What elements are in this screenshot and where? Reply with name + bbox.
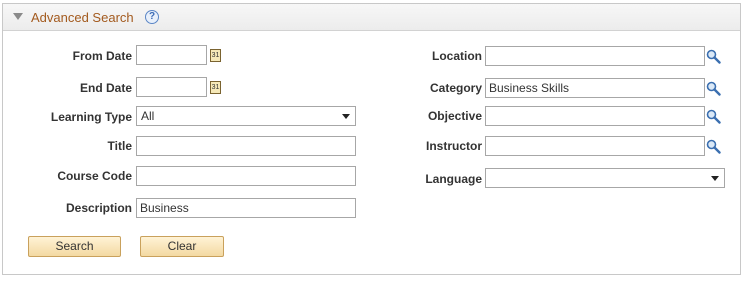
panel-title[interactable]: Advanced Search xyxy=(31,10,134,25)
category-lookup-icon[interactable] xyxy=(706,81,721,96)
learning-type-select[interactable]: All xyxy=(136,106,356,126)
instructor-input[interactable] xyxy=(485,136,705,156)
help-icon[interactable]: ? xyxy=(145,10,159,24)
learning-type-label: Learning Type xyxy=(50,110,132,124)
course-code-label: Course Code xyxy=(57,169,132,183)
language-label: Language xyxy=(425,172,482,186)
location-input[interactable] xyxy=(485,46,705,66)
location-lookup-icon[interactable] xyxy=(706,49,721,64)
search-button[interactable]: Search xyxy=(28,236,121,257)
course-code-input[interactable] xyxy=(136,166,356,186)
instructor-lookup-icon[interactable] xyxy=(706,139,721,154)
end-date-input[interactable] xyxy=(136,77,207,97)
description-input[interactable]: Business xyxy=(136,198,356,218)
objective-input[interactable] xyxy=(485,106,705,126)
title-input[interactable] xyxy=(136,136,356,156)
location-label: Location xyxy=(432,49,482,63)
from-date-calendar-icon[interactable]: 31 xyxy=(210,49,221,62)
learning-type-value: All xyxy=(141,109,155,123)
dropdown-arrow-icon xyxy=(711,176,719,181)
collapse-triangle-icon[interactable] xyxy=(13,13,23,20)
end-date-label: End Date xyxy=(79,81,132,95)
description-label: Description xyxy=(65,201,132,215)
title-label: Title xyxy=(107,139,132,153)
end-date-calendar-icon[interactable]: 31 xyxy=(210,81,221,94)
category-input[interactable]: Business Skills xyxy=(485,78,705,98)
from-date-label: From Date xyxy=(72,49,132,63)
instructor-label: Instructor xyxy=(425,139,482,153)
objective-label: Objective xyxy=(427,109,482,123)
panel-header[interactable]: Advanced Search ? xyxy=(3,4,740,31)
category-label: Category xyxy=(429,81,482,95)
dropdown-arrow-icon xyxy=(342,114,350,119)
language-select[interactable] xyxy=(485,168,725,188)
objective-lookup-icon[interactable] xyxy=(706,109,721,124)
from-date-input[interactable] xyxy=(136,45,207,65)
clear-button[interactable]: Clear xyxy=(140,236,224,257)
